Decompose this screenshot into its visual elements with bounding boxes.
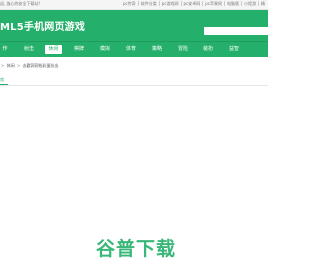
top-link[interactable]: pc安卓网 [180, 1, 203, 6]
breadcrumb-separator: > [16, 63, 21, 68]
nav-item-dressup[interactable]: 装扮 [199, 45, 217, 54]
search-input[interactable] [204, 27, 268, 35]
nav-item-shooting[interactable]: 射击 [20, 45, 38, 54]
nav-item-strategy[interactable]: 策略 [148, 45, 166, 54]
nav-item-puzzle[interactable]: 益智 [225, 45, 243, 54]
top-link[interactable]: pc传奇 [121, 1, 138, 6]
nav-item-board[interactable]: 棋牌 [70, 45, 88, 54]
top-bar: 迎, 放心的安全下载站! pc传奇 软件分类 pc游戏网 pc安卓网 pc苹果网… [0, 0, 268, 10]
breadcrumb-item: 去戳洞洞抢彩蛋抗出 [22, 63, 59, 68]
nav-item-casual[interactable]: 休闲 [45, 45, 62, 54]
welcome-text: 迎, 放心的安全下载站! [0, 1, 41, 6]
breadcrumb-item[interactable]: 休闲 [7, 63, 15, 68]
nav-item-adventure[interactable]: 冒险 [174, 45, 192, 54]
section-title: 戏 [0, 77, 4, 82]
site-logo[interactable]: ML5手机网页游戏 [0, 18, 85, 33]
watermark-logo: 谷普下载 [96, 237, 176, 260]
breadcrumb: > 休闲 > 去戳洞洞抢彩蛋抗出 [0, 63, 59, 69]
site-header: ML5手机网页游戏 [0, 10, 268, 41]
divider [0, 85, 268, 86]
top-links: pc传奇 软件分类 pc游戏网 pc安卓网 pc苹果网 电脑版 小程游 精 [121, 1, 267, 6]
top-link[interactable]: pc游戏网 [158, 1, 181, 6]
nav-item-simulation[interactable]: 模拟 [96, 45, 114, 54]
breadcrumb-separator: > [1, 63, 5, 68]
main-nav: 作 射击 休闲 棋牌 模拟 体育 策略 冒险 装扮 益智 [0, 41, 268, 57]
nav-item-action[interactable]: 作 [0, 45, 10, 54]
nav-item-sports[interactable]: 体育 [122, 45, 140, 54]
top-link[interactable]: pc苹果网 [202, 1, 224, 6]
top-link[interactable]: 电脑版 [224, 1, 241, 6]
watermark-text: 谷普下载 [96, 237, 176, 260]
top-link[interactable]: 软件分类 [137, 1, 159, 6]
top-link[interactable]: 精 [258, 1, 267, 6]
top-link[interactable]: 小程游 [241, 1, 258, 6]
